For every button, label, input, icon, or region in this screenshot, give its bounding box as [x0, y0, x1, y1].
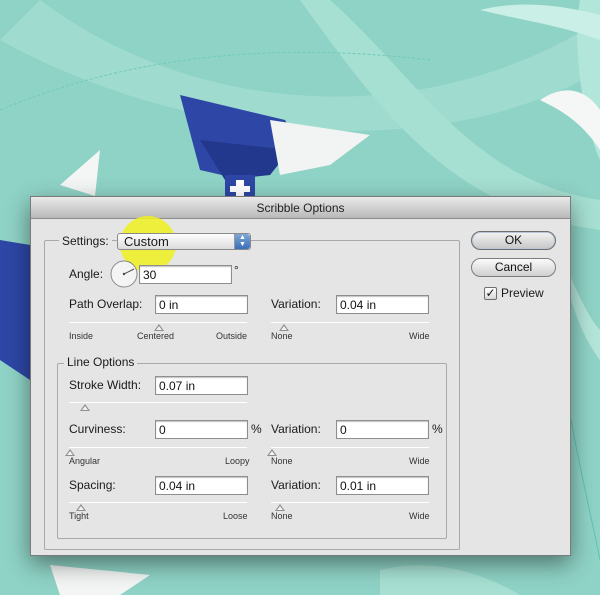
ok-button[interactable]: OK [471, 231, 556, 250]
angle-input[interactable] [139, 265, 232, 284]
line-options-title: Line Options [64, 355, 138, 369]
path-variation-slider-thumb[interactable] [279, 324, 289, 331]
curviness-slider-thumb[interactable] [65, 449, 75, 456]
curviness-unit: % [251, 422, 262, 436]
angle-dial[interactable] [109, 259, 139, 289]
path-overlap-slider-track[interactable] [69, 322, 247, 323]
path-variation-input[interactable] [336, 295, 429, 314]
settings-dropdown-value: Custom [124, 234, 169, 249]
path-variation-tick-wide: Wide [409, 331, 430, 341]
stroke-width-label: Stroke Width: [69, 378, 142, 392]
settings-label: Settings: [59, 234, 112, 248]
spacing-variation-input[interactable] [336, 476, 429, 495]
curviness-variation-unit: % [432, 422, 443, 436]
preview-checkbox[interactable]: ✓ [484, 287, 497, 300]
curviness-tick-angular: Angular [69, 456, 101, 466]
spacing-tick-loose: Loose [223, 511, 248, 521]
curviness-variation-label: Variation: [271, 422, 321, 436]
path-variation-slider-track[interactable] [271, 322, 429, 323]
curviness-variation-slider-track[interactable] [271, 447, 429, 448]
spacing-variation-tick-wide: Wide [409, 511, 430, 521]
path-overlap-label: Path Overlap: [69, 297, 143, 311]
path-overlap-tick-inside: Inside [69, 331, 94, 341]
curviness-variation-tick-wide: Wide [409, 456, 430, 466]
dialog-title: Scribble Options [31, 197, 570, 219]
dropdown-arrows-icon: ▲ ▼ [234, 234, 250, 249]
path-overlap-slider-thumb[interactable] [154, 324, 164, 331]
settings-dropdown[interactable]: Custom ▲ ▼ [117, 233, 251, 250]
spacing-variation-slider-thumb[interactable] [275, 504, 285, 511]
path-overlap-tick-centered: Centered [137, 331, 175, 341]
path-overlap-input[interactable] [155, 295, 248, 314]
curviness-tick-loopy: Loopy [225, 456, 250, 466]
path-variation-label: Variation: [271, 297, 321, 311]
spacing-variation-label: Variation: [271, 478, 321, 492]
curviness-input[interactable] [155, 420, 248, 439]
curviness-variation-input[interactable] [336, 420, 429, 439]
curviness-label: Curviness: [69, 422, 126, 436]
curviness-variation-slider-thumb[interactable] [267, 449, 277, 456]
spacing-slider-thumb[interactable] [76, 504, 86, 511]
spacing-variation-slider-track[interactable] [271, 502, 429, 503]
stroke-width-slider-track[interactable] [69, 402, 247, 403]
cancel-button[interactable]: Cancel [471, 258, 556, 277]
curviness-slider-track[interactable] [69, 447, 247, 448]
path-overlap-tick-outside: Outside [216, 331, 248, 341]
spacing-input[interactable] [155, 476, 248, 495]
stroke-width-input[interactable] [155, 376, 248, 395]
curviness-variation-tick-none: None [271, 456, 293, 466]
angle-label: Angle: [69, 267, 104, 281]
path-variation-tick-none: None [271, 331, 293, 341]
spacing-variation-tick-none: None [271, 511, 293, 521]
spacing-slider-track[interactable] [69, 502, 247, 503]
spacing-label: Spacing: [69, 478, 116, 492]
angle-unit: ° [234, 263, 239, 277]
scribble-options-dialog: Scribble Options Settings: Custom ▲ ▼ Ang… [30, 196, 571, 556]
preview-label[interactable]: Preview [501, 286, 544, 300]
stroke-width-slider-thumb[interactable] [80, 404, 90, 411]
spacing-tick-tight: Tight [69, 511, 89, 521]
